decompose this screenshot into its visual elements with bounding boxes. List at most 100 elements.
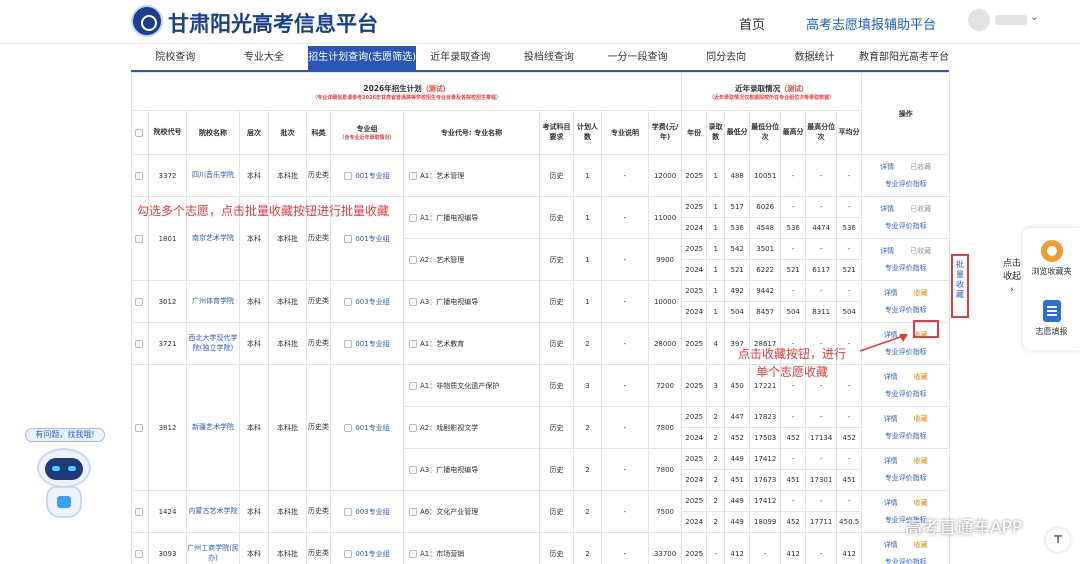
user-avatar[interactable] [968, 9, 990, 31]
major-cell[interactable]: A1：艺术管理 [403, 154, 540, 197]
major-cell[interactable]: A1：广播电视编导 [403, 196, 540, 239]
major-checkbox[interactable] [409, 255, 417, 264]
detail-link[interactable]: 详情 [880, 163, 894, 171]
school-name-link[interactable]: 新疆艺术学院 [186, 364, 240, 491]
row-select-cell[interactable] [131, 280, 149, 323]
detail-link[interactable]: 详情 [884, 541, 898, 549]
group-link[interactable]: 001专业组 [355, 235, 389, 243]
major-checkbox[interactable] [409, 297, 417, 306]
group-cell[interactable]: 003专业组 [330, 280, 404, 323]
major-eval-link[interactable]: 专业评价指标 [863, 470, 949, 487]
group-checkbox[interactable] [344, 297, 353, 306]
major-cell[interactable]: A1：非物质文化遗产保护 [403, 364, 540, 407]
major-checkbox[interactable] [409, 339, 417, 348]
collapse-side-button[interactable]: 点击收起 › [1003, 258, 1021, 297]
tab-item[interactable]: 投档线查询 [505, 46, 594, 70]
school-name-link[interactable]: 广州工商学院(民办) [186, 532, 240, 564]
tab-item[interactable]: 招生计划查询(志愿筛选) [308, 46, 416, 70]
favorites-button[interactable]: 浏览收藏夹 [1023, 266, 1080, 277]
tab-item[interactable]: 教育部阳光高考平台 [859, 46, 949, 70]
major-checkbox[interactable] [409, 507, 417, 516]
major-checkbox[interactable] [409, 213, 417, 222]
major-eval-link[interactable]: 专业评价指标 [863, 176, 949, 193]
group-checkbox[interactable] [344, 339, 353, 348]
group-cell[interactable]: 001专业组 [330, 322, 404, 365]
row-select-cell[interactable] [131, 154, 149, 197]
group-checkbox[interactable] [344, 171, 353, 180]
major-checkbox[interactable] [409, 549, 417, 558]
row-select-cell[interactable] [131, 322, 149, 365]
major-cell[interactable]: A6：文化产业管理 [403, 490, 540, 533]
major-cell[interactable]: A1：艺术教育 [403, 322, 540, 365]
tab-item[interactable]: 专业大全 [220, 46, 309, 70]
fill-form-icon[interactable] [1043, 300, 1061, 322]
group-link[interactable]: 001专业组 [355, 340, 389, 348]
group-cell[interactable]: 001专业组 [330, 532, 404, 564]
collect-button[interactable]: 收藏 [914, 415, 928, 423]
school-name-link[interactable]: 四川音乐学院 [186, 154, 240, 197]
major-checkbox[interactable] [409, 423, 417, 432]
select-all-checkbox[interactable] [134, 128, 143, 137]
group-checkbox[interactable] [344, 234, 353, 243]
row-checkbox[interactable] [134, 507, 143, 516]
group-link[interactable]: 001专业组 [355, 550, 389, 558]
group-cell[interactable]: 001专业组 [330, 154, 404, 197]
user-name-blurred[interactable] [995, 15, 1027, 25]
school-name-link[interactable]: 内蒙古艺术学院 [186, 490, 240, 533]
group-cell[interactable]: 001专业组 [330, 364, 404, 491]
collect-button[interactable]: 收藏 [914, 457, 928, 465]
group-checkbox[interactable] [344, 423, 353, 432]
detail-link[interactable]: 详情 [880, 247, 894, 255]
major-cell[interactable]: A3：广播电视编导 [403, 448, 540, 491]
nav-home-link[interactable]: 首页 [739, 14, 765, 33]
row-checkbox[interactable] [134, 234, 143, 243]
group-link[interactable]: 001专业组 [355, 172, 389, 180]
major-eval-link[interactable]: 专业评价指标 [863, 260, 949, 277]
group-link[interactable]: 003专业组 [355, 508, 389, 516]
detail-link[interactable]: 详情 [884, 457, 898, 465]
row-checkbox[interactable] [134, 549, 143, 558]
school-name-link[interactable]: 广州体育学院 [186, 280, 240, 323]
batch-collect-button[interactable]: 批量收藏 [953, 256, 967, 316]
group-link[interactable]: 001专业组 [355, 424, 389, 432]
major-eval-link[interactable]: 专业评价指标 [863, 554, 949, 564]
fill-form-button[interactable]: 志愿填报 [1023, 326, 1080, 337]
collect-button[interactable]: 收藏 [914, 289, 928, 297]
row-checkbox[interactable] [134, 171, 143, 180]
school-name-link[interactable]: 西北大学现代学院(独立学院) [186, 322, 240, 365]
detail-link[interactable]: 详情 [884, 289, 898, 297]
group-checkbox[interactable] [344, 549, 353, 558]
tab-item[interactable]: 数据统计 [770, 46, 859, 70]
major-eval-link[interactable]: 专业评价指标 [863, 302, 949, 319]
detail-link[interactable]: 详情 [884, 415, 898, 423]
detail-link[interactable]: 详情 [884, 499, 898, 507]
detail-link[interactable]: 详情 [880, 205, 894, 213]
tab-item[interactable]: 一分一段查询 [593, 46, 682, 70]
collect-button[interactable]: 收藏 [914, 541, 928, 549]
group-link[interactable]: 003专业组 [355, 298, 389, 306]
major-eval-link[interactable]: 专业评价指标 [863, 386, 949, 403]
major-eval-link[interactable]: 专业评价指标 [863, 218, 949, 235]
chevron-down-icon[interactable]: ⌄ [1030, 12, 1038, 23]
help-bubble[interactable]: 有问题，找我哦! [25, 428, 105, 442]
major-cell[interactable]: A1：市场营销 [403, 532, 540, 564]
tab-item[interactable]: 院校查询 [131, 46, 220, 70]
favorites-icon[interactable] [1041, 240, 1063, 262]
site-logo[interactable] [131, 5, 163, 37]
site-title[interactable]: 甘肃阳光高考信息平台 [168, 8, 378, 38]
nav-assist-link[interactable]: 高考志愿填报辅助平台 [806, 14, 936, 33]
major-cell[interactable]: A2：艺术管理 [403, 238, 540, 281]
major-checkbox[interactable] [409, 171, 417, 180]
row-select-cell[interactable] [131, 364, 149, 491]
collect-button[interactable]: 收藏 [914, 373, 928, 381]
back-to-top-button[interactable]: ⊤ [1046, 528, 1070, 552]
major-checkbox[interactable] [409, 465, 417, 474]
group-checkbox[interactable] [344, 507, 353, 516]
row-checkbox[interactable] [134, 423, 143, 432]
row-checkbox[interactable] [134, 339, 143, 348]
major-eval-link[interactable]: 专业评价指标 [863, 428, 949, 445]
major-cell[interactable]: A3：广播电视编导 [403, 280, 540, 323]
tab-item[interactable]: 同分去向 [682, 46, 771, 70]
row-select-cell[interactable] [131, 532, 149, 564]
select-all-cell[interactable] [131, 110, 149, 155]
